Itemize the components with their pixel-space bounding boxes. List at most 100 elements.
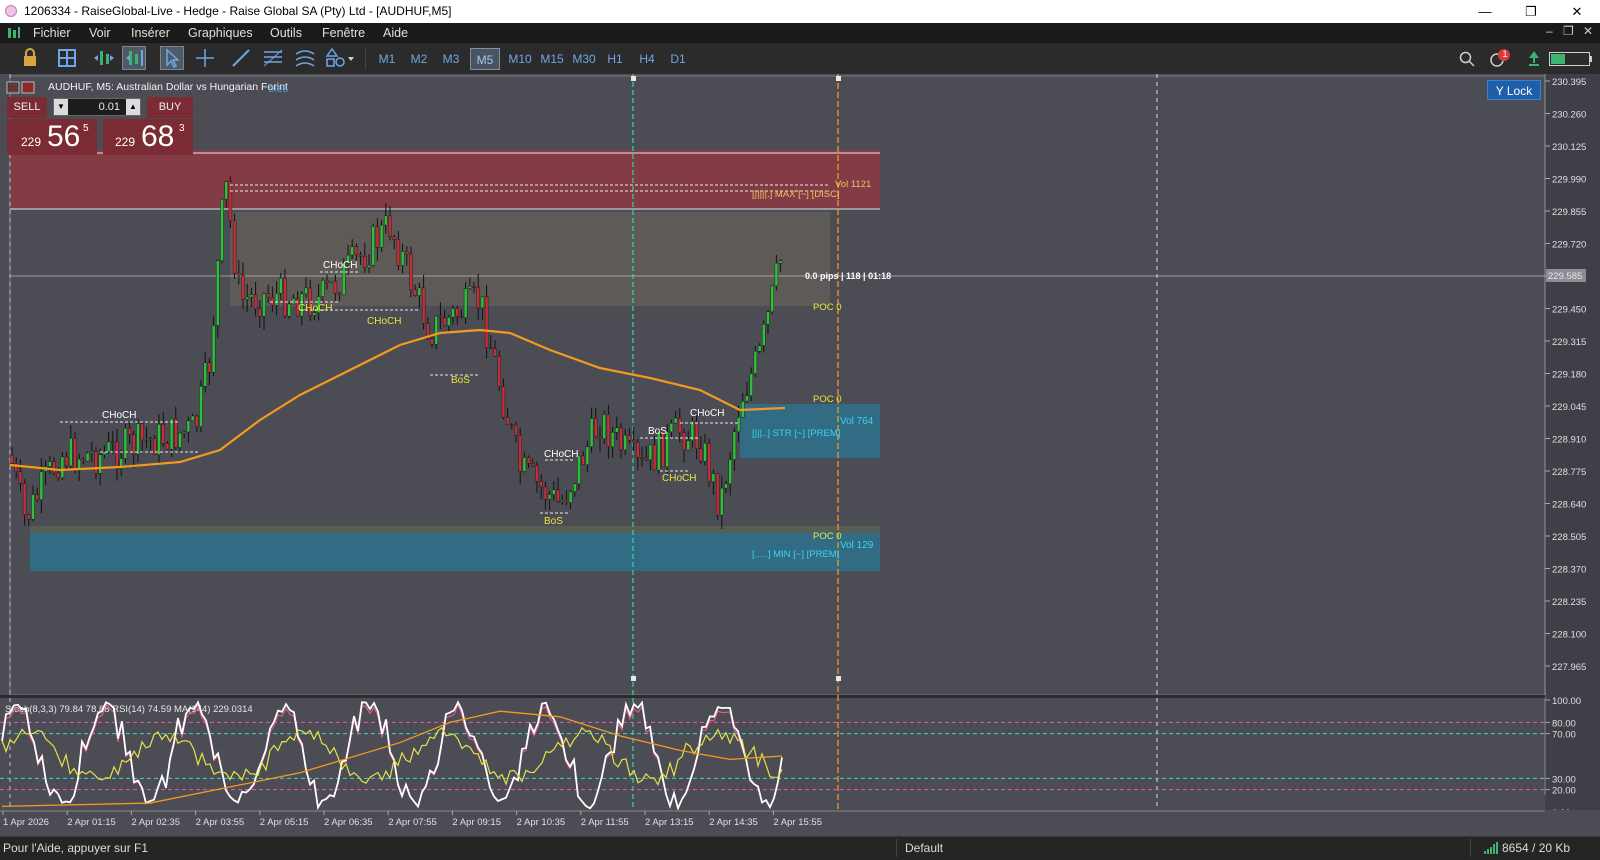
lot-size-input[interactable]: ▼ 0.01 ▲: [53, 98, 141, 116]
timeframe-m5[interactable]: M5: [470, 48, 500, 70]
menu-inserer[interactable]: Insérer: [131, 26, 170, 40]
candle-body: [770, 285, 774, 312]
fibonacci-icon[interactable]: [261, 46, 285, 70]
candle-body: [132, 434, 136, 455]
timeframe-h4[interactable]: H4: [634, 48, 660, 70]
lock-icon[interactable]: [18, 46, 42, 70]
candle-body: [510, 424, 514, 426]
menu-fenetre[interactable]: Fenêtre: [322, 26, 365, 40]
shapes-icon[interactable]: [324, 46, 354, 70]
chart-shift-icon[interactable]: [122, 46, 146, 70]
timeframe-m10[interactable]: M10: [505, 48, 535, 70]
chart-menu-icon[interactable]: [6, 80, 36, 96]
app-icon: [5, 5, 17, 17]
menu-graphiques[interactable]: Graphiques: [188, 26, 253, 40]
close-button[interactable]: ✕: [1554, 0, 1600, 23]
candle-body: [455, 308, 459, 317]
search-icon[interactable]: [1459, 51, 1475, 67]
time-axis-label: 2 Apr 01:15: [67, 817, 116, 828]
timeframe-d1[interactable]: D1: [665, 48, 691, 70]
signal-tree-icon[interactable]: [1527, 49, 1541, 69]
chart-autoscroll-icon[interactable]: [92, 46, 116, 70]
child-minimize-icon[interactable]: –: [1546, 24, 1553, 38]
candle-body: [602, 414, 606, 439]
time-axis-label: 2 Apr 02:35: [131, 817, 180, 828]
candle-body: [127, 428, 132, 435]
candle-body: [678, 417, 682, 433]
one-click-trading-panel: SELL ▼ 0.01 ▲ BUY 229 56 5 229 68 3: [7, 97, 193, 155]
marker-handle-orange: [836, 76, 841, 81]
timeframe-m1[interactable]: M1: [374, 48, 400, 70]
structure-label: CHoCH: [690, 408, 724, 419]
price-chart[interactable]: 230.395 230.260 230.125 229.990 229.855 229.7…: [0, 74, 1600, 836]
candle-body: [321, 280, 325, 297]
candle-body: [392, 236, 396, 240]
candle-body: [631, 440, 636, 443]
child-close-icon[interactable]: ✕: [1583, 24, 1593, 38]
crosshair-icon[interactable]: [193, 46, 217, 70]
candle-body: [249, 294, 254, 298]
candle-body: [333, 281, 338, 294]
buy-price-box[interactable]: 229 68 3: [103, 119, 193, 155]
candle-body: [413, 289, 417, 296]
sell-button[interactable]: SELL: [7, 97, 47, 118]
zone-top-volume: Vol 1121: [835, 179, 871, 190]
candle-body: [367, 265, 371, 268]
minimize-button[interactable]: —: [1462, 0, 1508, 23]
candle-body: [463, 288, 468, 318]
candle-body: [291, 298, 296, 305]
candle-body: [52, 461, 56, 474]
candle-body: [270, 297, 275, 306]
price-axis-label: 228.505: [1552, 532, 1586, 543]
timeframe-m30[interactable]: M30: [569, 48, 599, 70]
layout-grid-icon[interactable]: [55, 46, 79, 70]
lot-size-value: 0.01: [98, 101, 120, 113]
trendline-icon[interactable]: [229, 46, 253, 70]
menu-fichier[interactable]: Fichier: [33, 26, 71, 40]
candle-body: [686, 440, 690, 451]
timeframe-m3[interactable]: M3: [438, 48, 464, 70]
timeframe-h1[interactable]: H1: [602, 48, 628, 70]
price-axis-label: 228.235: [1552, 597, 1586, 608]
candle-body: [39, 471, 44, 500]
candle-body: [627, 434, 632, 441]
candle-body: [514, 424, 518, 436]
candle-body: [262, 293, 266, 317]
menu-outils[interactable]: Outils: [270, 26, 302, 40]
indicator-axis-label: 30.00: [1552, 774, 1576, 785]
candle-body: [157, 423, 161, 455]
candle-body: [220, 199, 224, 261]
lot-increase-icon[interactable]: ▲: [126, 99, 140, 115]
candle-body: [73, 437, 77, 471]
candle-body: [682, 432, 686, 451]
candle-body: [652, 444, 657, 471]
channel-icon[interactable]: [293, 46, 317, 70]
candle-body: [31, 494, 35, 520]
candle-body: [358, 254, 363, 257]
candle-body: [94, 451, 98, 474]
candle-body: [711, 473, 716, 482]
timeframe-m2[interactable]: M2: [406, 48, 432, 70]
sell-price-box[interactable]: 229 56 5: [7, 119, 97, 155]
child-restore-icon[interactable]: ❐: [1563, 24, 1574, 38]
lot-decrease-icon[interactable]: ▼: [54, 99, 68, 115]
timeframe-m15[interactable]: M15: [537, 48, 567, 70]
chart-window-icon[interactable]: [7, 26, 21, 40]
menu-aide[interactable]: Aide: [383, 26, 408, 40]
zone-mid-descriptor: [|||..] STR [~] [PREM]: [752, 428, 840, 439]
poc-label: POC 0: [813, 394, 842, 405]
menu-voir[interactable]: Voir: [89, 26, 111, 40]
chart-window[interactable]: 230.395 230.260 230.125 229.990 229.855 229.7…: [0, 74, 1600, 836]
status-profile[interactable]: Default: [905, 841, 943, 855]
candle-body: [48, 461, 52, 467]
y-lock-button[interactable]: Y Lock: [1487, 80, 1541, 100]
toolbar: M1 M2 M3 M5 M10 M15 M30 H1 H4 D1 1: [0, 43, 1600, 75]
price-axis-label: 229.180: [1552, 370, 1586, 381]
buy-button[interactable]: BUY: [147, 97, 193, 118]
candle-body: [90, 451, 94, 454]
cursor-icon[interactable]: [160, 46, 184, 70]
time-axis-label: 2 Apr 03:55: [196, 817, 245, 828]
candle-body: [699, 448, 703, 462]
buy-price-fraction: 3: [179, 123, 185, 134]
restore-button[interactable]: ❐: [1508, 0, 1554, 23]
